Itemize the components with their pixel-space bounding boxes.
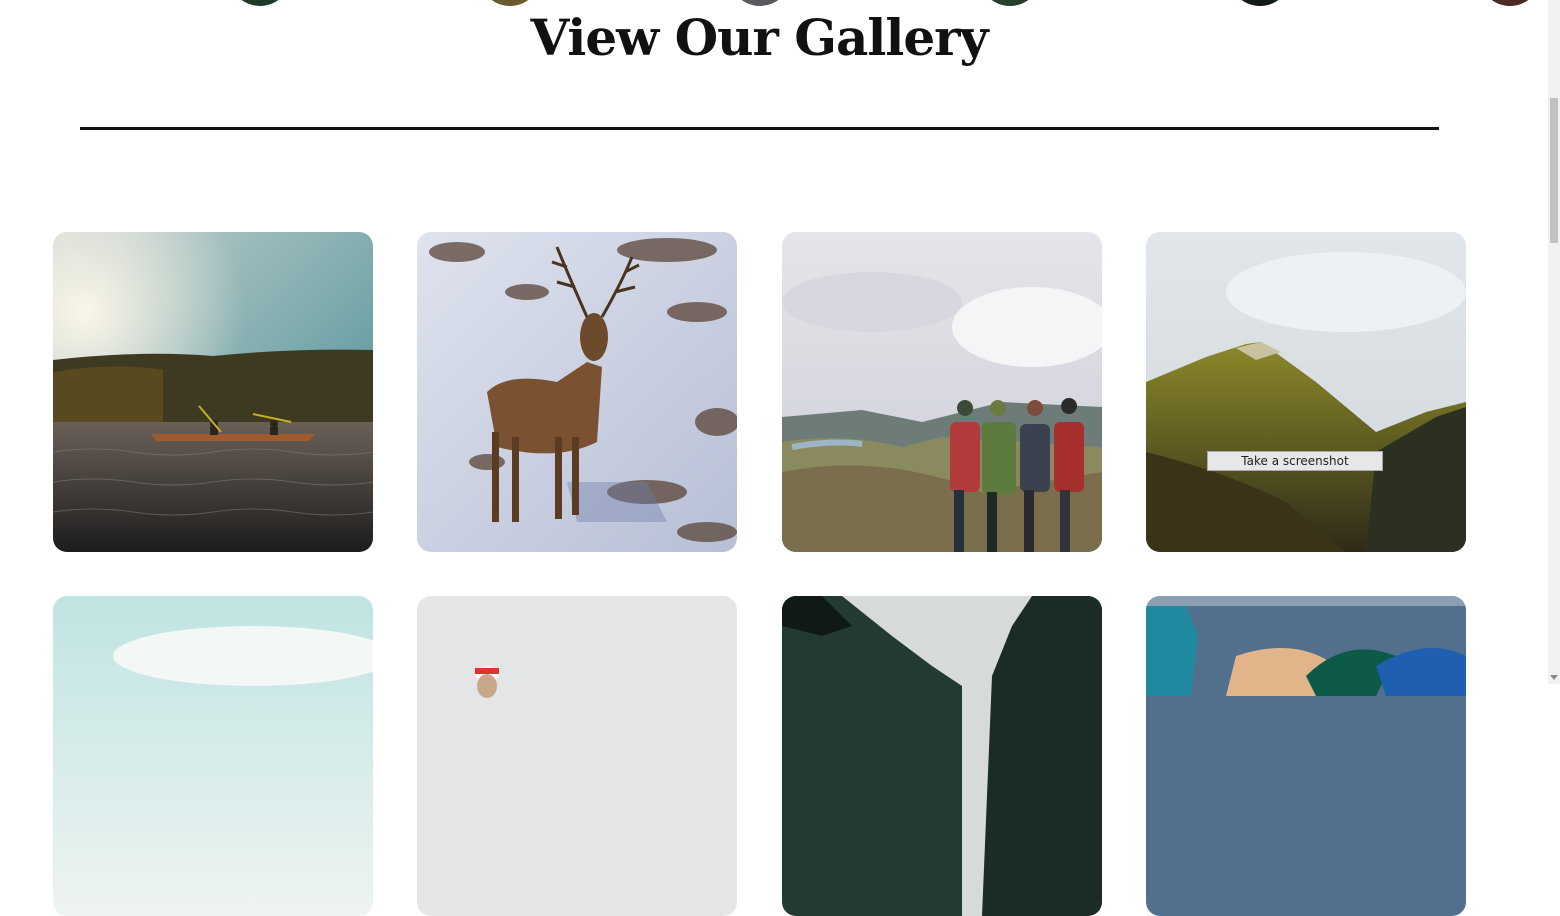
screenshot-tooltip[interactable]: Take a screenshot xyxy=(1207,451,1383,471)
climber-photo xyxy=(417,596,737,916)
fjord-photo xyxy=(782,596,1102,916)
scrollbar-thumb[interactable] xyxy=(1550,98,1558,243)
scroll-down-arrow-icon[interactable] xyxy=(1550,675,1558,680)
kayak-closeup-photo xyxy=(1146,596,1466,916)
kayak-lake-photo xyxy=(53,232,373,552)
gallery-image-climber[interactable] xyxy=(417,596,737,916)
gallery-image-deer[interactable] xyxy=(417,232,737,552)
gallery-image-kayakers[interactable] xyxy=(53,232,373,552)
pale-sky-photo xyxy=(53,596,373,916)
gallery-image-pale-sky[interactable] xyxy=(53,596,373,916)
gallery-image-fjord[interactable] xyxy=(782,596,1102,916)
gallery-image-kayak-closeup[interactable] xyxy=(1146,596,1466,916)
deer-snow-photo xyxy=(417,232,737,552)
hikers-photo xyxy=(782,232,1102,552)
vertical-scrollbar[interactable] xyxy=(1548,0,1560,684)
gallery-grid xyxy=(0,0,1548,916)
gallery-image-hikers[interactable] xyxy=(782,232,1102,552)
mountain-photo xyxy=(1146,232,1466,552)
gallery-image-mountain[interactable] xyxy=(1146,232,1466,552)
